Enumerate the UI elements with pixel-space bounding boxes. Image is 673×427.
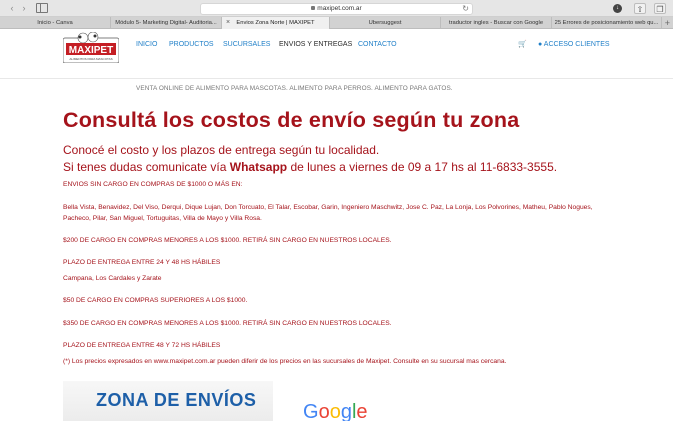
download-icon[interactable]: ↓: [613, 4, 622, 13]
free-shipping-heading: ENVIOS SIN CARGO EN COMPRAS DE $1000 O M…: [63, 181, 243, 188]
zone1-cost: $200 DE CARGO EN COMPRAS MENORES A LOS $…: [63, 237, 392, 244]
zone2-term: PLAZO DE ENTREGA ENTRE 48 Y 72 HS HÁBILE…: [63, 342, 221, 349]
back-icon[interactable]: ‹: [6, 3, 18, 14]
browser-toolbar: ‹ › maxipet.com.ar ↻ ↓ ⇧ ❐: [0, 0, 673, 17]
nav-productos[interactable]: PRODUCTOS: [169, 40, 214, 49]
zone1-term: PLAZO DE ENTREGA ENTRE 24 Y 48 HS HÁBILE…: [63, 259, 221, 266]
tab[interactable]: Inicio - Canva: [0, 17, 111, 29]
zone2-list: Campana, Los Cardales y Zarate: [63, 275, 162, 282]
tab[interactable]: 25 Errores de posicionamiento web qu...: [552, 17, 662, 29]
forward-icon[interactable]: ›: [18, 3, 30, 14]
google-logo-text: Google: [303, 401, 368, 421]
new-tab-icon[interactable]: +: [665, 17, 670, 29]
tab[interactable]: traductor ingles - Buscar con Google: [441, 17, 552, 29]
zone2-cost-high: $50 DE CARGO EN COMPRAS SUPERIORES A LOS…: [63, 297, 248, 304]
tabs-overview-icon[interactable]: ❐: [654, 3, 666, 14]
tagline: VENTA ONLINE DE ALIMENTO PARA MASCOTAS. …: [136, 85, 453, 92]
cart-icon[interactable]: 🛒: [518, 40, 527, 48]
nav-inicio[interactable]: INICIO: [136, 40, 157, 49]
lock-icon: [311, 6, 316, 11]
whatsapp-link[interactable]: Whatsapp: [230, 160, 287, 174]
svg-text:ALIMENTOS PARA MASCOTAS: ALIMENTOS PARA MASCOTAS: [69, 57, 112, 61]
nav-contacto[interactable]: CONTACTO: [358, 40, 397, 49]
nav-sucursales[interactable]: SUCURSALES: [223, 40, 270, 49]
subtitle-1: Conocé el costo y los plazos de entrega …: [63, 143, 380, 157]
zona-envios-banner: ZONA DE ENVÍOS: [63, 381, 273, 421]
page-title: Consultá los costos de envío según tu zo…: [63, 108, 520, 132]
site-header: MAXIPET ALIMENTOS PARA MASCOTAS INICIO P…: [0, 29, 673, 79]
user-icon: ●: [538, 41, 543, 48]
address-bar[interactable]: maxipet.com.ar ↻: [200, 3, 473, 15]
google-logo: Google: [303, 399, 373, 427]
sidebar-toggle-icon[interactable]: [36, 3, 48, 13]
reload-icon[interactable]: ↻: [462, 4, 469, 14]
share-icon[interactable]: ⇧: [634, 3, 646, 14]
disclaimer: (*) Los precios expresados en www.maxipe…: [63, 358, 507, 365]
close-tab-icon[interactable]: ×: [226, 17, 230, 29]
zone2-cost-low: $350 DE CARGO EN COMPRAS MENORES A LOS $…: [63, 320, 392, 327]
acceso-clientes-link[interactable]: ● ACCESO CLIENTES: [538, 40, 610, 49]
tab-active[interactable]: × Envios Zona Norte | MAXIPET: [222, 17, 330, 29]
maxipet-logo[interactable]: MAXIPET ALIMENTOS PARA MASCOTAS: [62, 31, 120, 64]
tab-strip: Inicio - Canva Módulo 5- Marketing Digit…: [0, 17, 673, 29]
url-text: maxipet.com.ar: [317, 5, 362, 12]
banner-text: ZONA DE ENVÍOS: [96, 390, 257, 410]
svg-text:MAXIPET: MAXIPET: [69, 45, 113, 56]
tab[interactable]: Módulo 5- Marketing Digital- Auditoria..…: [111, 17, 222, 29]
nav-envios[interactable]: ENVIOS Y ENTREGAS: [279, 40, 352, 49]
tab[interactable]: Ubersuggest: [330, 17, 441, 29]
subtitle-2: Si tenes dudas comunicate vía Whatsapp d…: [63, 160, 558, 174]
zone1-list: Bella Vista, Benavidez, Del Viso, Derqui…: [63, 204, 593, 222]
